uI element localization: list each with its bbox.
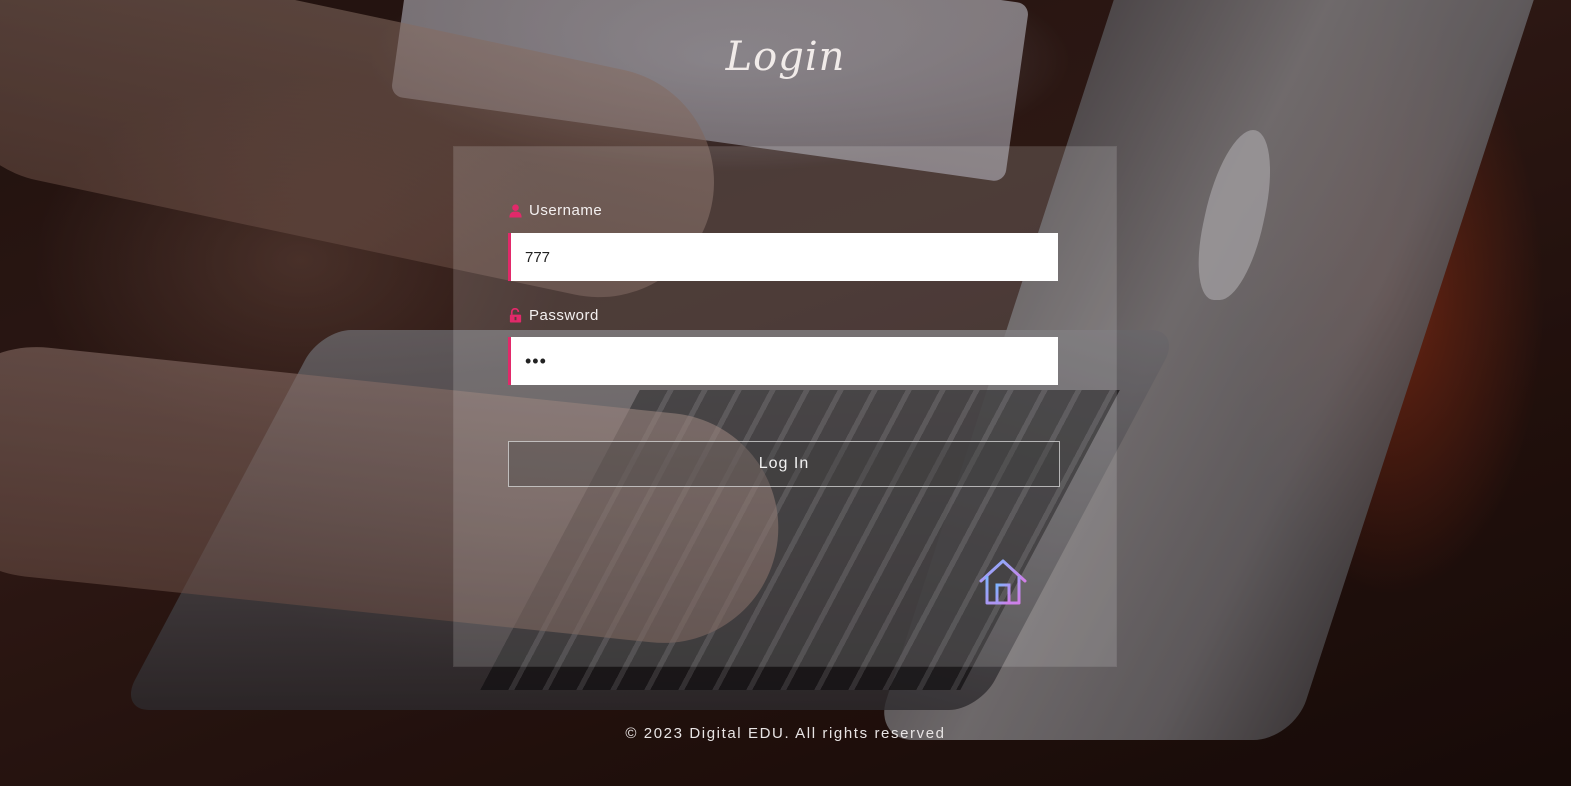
username-label: Username xyxy=(508,202,602,219)
password-label-text: Password xyxy=(529,307,599,324)
user-icon xyxy=(508,203,523,218)
home-icon[interactable] xyxy=(978,557,1028,607)
password-label: Password xyxy=(508,307,599,324)
login-card: Username 777 Password ••• Log In xyxy=(454,147,1116,666)
unlock-icon xyxy=(508,307,523,323)
footer-copyright: © 2023 Digital EDU. All rights reserved xyxy=(625,725,946,742)
username-input[interactable]: 777 xyxy=(508,233,1058,281)
password-input[interactable]: ••• xyxy=(508,337,1058,385)
login-page: Login Username 777 Password ••• Log In ©… xyxy=(0,0,1571,786)
page-title: Login xyxy=(725,34,846,80)
login-button[interactable]: Log In xyxy=(508,441,1060,487)
username-label-text: Username xyxy=(529,202,603,219)
